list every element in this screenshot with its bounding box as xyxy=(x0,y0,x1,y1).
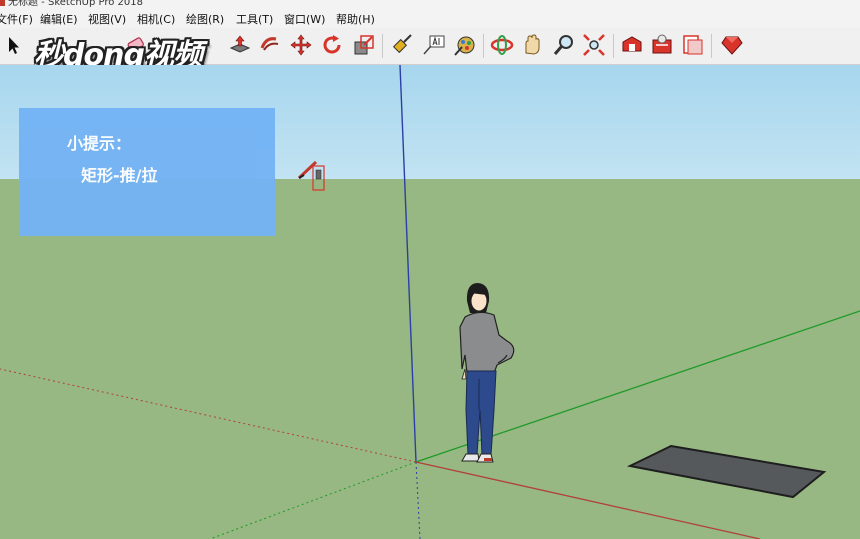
menu-window[interactable]: 窗口(W) xyxy=(284,11,325,27)
paint-bucket-icon[interactable] xyxy=(452,33,476,57)
3d-warehouse-icon[interactable] xyxy=(620,33,644,57)
follow-me-icon[interactable] xyxy=(258,33,282,57)
tip-title: 小提示： xyxy=(67,134,132,153)
menu-tools[interactable]: 工具(T) xyxy=(236,11,273,27)
pan-icon[interactable] xyxy=(520,33,544,57)
tip-body: 矩形-推/拉 xyxy=(81,166,158,185)
red-axis-negative xyxy=(0,368,417,463)
menu-view[interactable]: 视图(V) xyxy=(88,11,126,27)
push-pull-icon[interactable] xyxy=(228,33,252,57)
select-icon[interactable] xyxy=(2,33,26,57)
toolbar-separator xyxy=(711,34,712,58)
rotate-icon[interactable] xyxy=(320,33,344,57)
menu-file[interactable]: 文件(F) xyxy=(0,11,33,27)
move-icon[interactable] xyxy=(289,33,313,57)
3d-viewport[interactable]: 小提示： 矩形-推/拉 xyxy=(0,65,860,539)
scale-figure-person xyxy=(459,283,515,463)
menu-edit[interactable]: 编辑(E) xyxy=(40,11,78,27)
menu-help[interactable]: 帮助(H) xyxy=(336,11,375,27)
ruby-icon[interactable] xyxy=(720,33,744,57)
toolbar-separator xyxy=(613,34,614,58)
menu-bar: 文件(F) 编辑(E) 视图(V) 相机(C) 绘图(R) 工具(T) 窗口(W… xyxy=(0,8,860,28)
title-bar: 无标题 - SketchUp Pro 2018 xyxy=(0,0,860,8)
app-icon xyxy=(0,0,5,6)
scale-icon[interactable] xyxy=(352,33,376,57)
tape-measure-icon[interactable] xyxy=(390,33,414,57)
menu-camera[interactable]: 相机(C) xyxy=(137,11,175,27)
layout-icon[interactable] xyxy=(681,33,705,57)
text-icon[interactable] xyxy=(422,33,446,57)
rectangle-face[interactable] xyxy=(626,444,827,499)
window-title: 无标题 - SketchUp Pro 2018 xyxy=(8,0,143,8)
blue-axis-positive xyxy=(399,65,417,463)
extension-warehouse-icon[interactable] xyxy=(650,33,674,57)
orbit-icon[interactable] xyxy=(490,33,514,57)
toolbar-separator xyxy=(382,34,383,58)
toolbar-separator xyxy=(483,34,484,58)
menu-draw[interactable]: 绘图(R) xyxy=(186,11,224,27)
tip-box: 小提示： 矩形-推/拉 xyxy=(19,108,275,236)
zoom-icon[interactable] xyxy=(552,33,576,57)
push-pull-cursor-icon xyxy=(297,160,325,191)
zoom-extents-icon[interactable] xyxy=(582,33,606,57)
blue-axis-negative xyxy=(415,461,421,539)
green-axis-negative xyxy=(209,461,417,539)
